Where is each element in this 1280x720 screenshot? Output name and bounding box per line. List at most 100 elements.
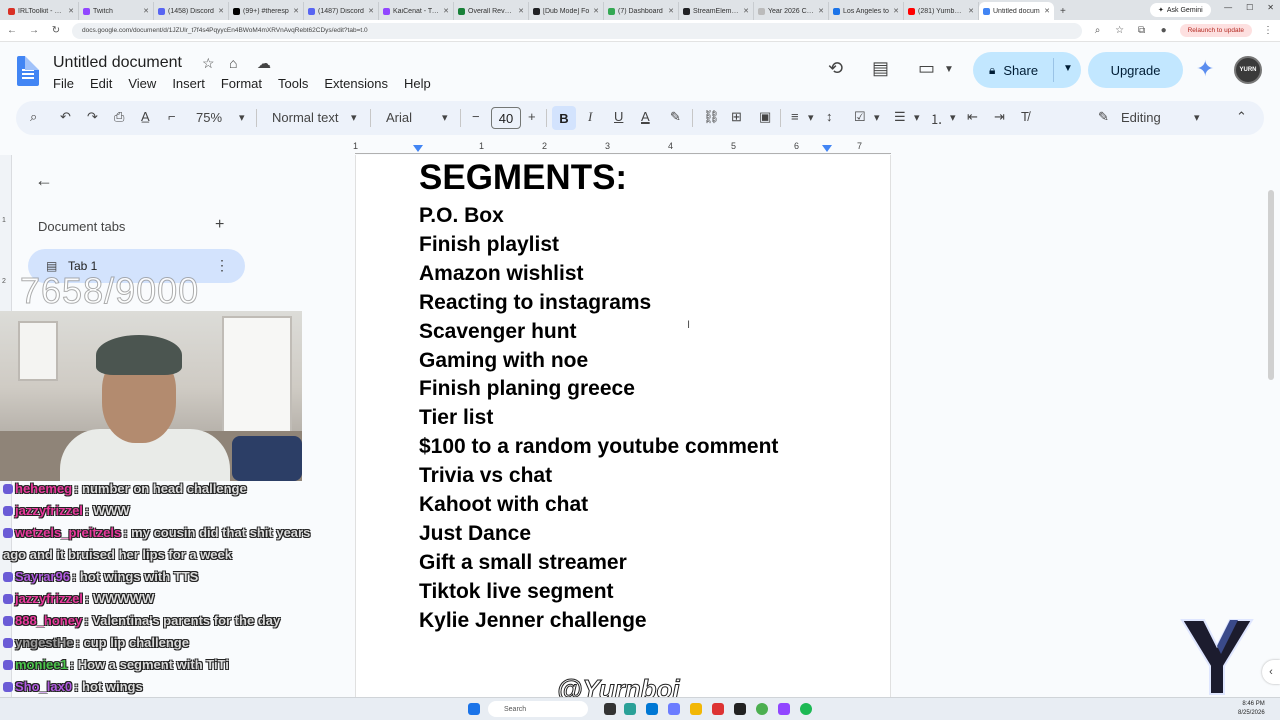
chrome-icon[interactable] — [756, 703, 768, 715]
segment-item[interactable]: Finish planing greece — [419, 377, 635, 401]
app-icon[interactable] — [668, 703, 680, 715]
segment-item[interactable]: $100 to a random youtube comment — [419, 435, 778, 459]
align-icon[interactable]: ≡ — [791, 109, 799, 124]
ask-gemini-button[interactable]: ✦ Ask Gemini — [1150, 3, 1211, 17]
upgrade-button[interactable]: Upgrade — [1088, 52, 1183, 88]
back-icon[interactable]: ← — [6, 25, 18, 36]
minimize-icon[interactable]: — — [1224, 3, 1232, 12]
menu-item-tools[interactable]: Tools — [278, 76, 315, 91]
app-icon[interactable] — [712, 703, 724, 715]
segment-item[interactable]: Amazon wishlist — [419, 262, 584, 286]
chevron-down-icon[interactable]: ▾ — [1194, 111, 1200, 124]
browser-tab[interactable]: (281) Yurnboi L ✕ — [904, 2, 979, 20]
browser-tab[interactable]: [Dub Mode] Fo ✕ — [529, 2, 604, 20]
menu-item-edit[interactable]: Edit — [90, 76, 119, 91]
close-tab-icon[interactable]: ✕ — [218, 7, 224, 15]
menu-item-view[interactable]: View — [128, 76, 163, 91]
relaunch-button[interactable]: Relaunch to update — [1179, 24, 1252, 37]
app-icon[interactable] — [646, 703, 658, 715]
add-tab-icon[interactable]: + — [215, 216, 224, 234]
segment-item[interactable]: Tier list — [419, 406, 493, 430]
task-view-icon[interactable] — [604, 703, 616, 715]
segment-item[interactable]: Gift a small streamer — [419, 551, 627, 575]
close-tab-icon[interactable]: ✕ — [668, 7, 674, 15]
browser-tab[interactable]: Overall Revenue ✕ — [454, 2, 529, 20]
menu-item-insert[interactable]: Insert — [172, 76, 212, 91]
app-icon[interactable] — [778, 703, 790, 715]
underline-button[interactable]: U — [614, 109, 623, 124]
close-tab-icon[interactable]: ✕ — [1044, 7, 1050, 15]
decrease-indent-icon[interactable]: ⇤ — [967, 109, 978, 125]
taskbar-clock[interactable]: 8:46 PM 8/25/2026 — [1238, 700, 1265, 718]
redo-icon[interactable]: ↷ — [87, 109, 98, 125]
close-tab-icon[interactable]: ✕ — [518, 7, 524, 15]
decrease-font-size-icon[interactable]: − — [472, 109, 480, 124]
gemini-icon[interactable]: ✦ — [1196, 56, 1214, 82]
print-icon[interactable]: ⎙ — [114, 109, 124, 125]
new-tab-button[interactable]: + — [1054, 2, 1072, 20]
share-dropdown-icon[interactable]: ▼ — [1063, 63, 1073, 74]
segment-item[interactable]: Tiktok live segment — [419, 580, 614, 604]
link-icon[interactable]: ⛓ — [703, 109, 720, 125]
editing-mode-select[interactable]: Editing — [1121, 110, 1161, 125]
paint-format-icon[interactable]: ⌐ — [168, 109, 176, 124]
start-icon[interactable] — [468, 703, 480, 715]
close-tabs-panel-icon[interactable]: ← — [35, 170, 53, 191]
chevron-down-icon[interactable]: ▾ — [950, 111, 956, 124]
spotify-icon[interactable] — [800, 703, 812, 715]
browser-tab[interactable]: StreamElement ✕ — [679, 2, 754, 20]
collapse-toolbar-icon[interactable]: ⌃ — [1236, 109, 1247, 125]
browser-tab[interactable]: (7) Dashboard ✕ — [604, 2, 679, 20]
browser-tab[interactable]: Los Angeles to ✕ — [829, 2, 904, 20]
file-explorer-icon[interactable] — [690, 703, 702, 715]
chevron-down-icon[interactable]: ▾ — [808, 111, 814, 124]
forward-icon[interactable]: → — [28, 25, 40, 36]
side-panel-toggle[interactable]: ‹ — [1262, 660, 1280, 684]
move-folder-icon[interactable]: ⌂ — [229, 55, 237, 71]
close-tab-icon[interactable]: ✕ — [818, 7, 824, 15]
numbered-list-icon[interactable]: ⒈ — [930, 109, 943, 128]
increase-indent-icon[interactable]: ⇥ — [994, 109, 1005, 125]
meet-icon[interactable]: ▭ — [918, 58, 935, 79]
version-history-icon[interactable]: ⟲ — [828, 58, 843, 79]
insert-image-icon[interactable]: ▣ — [759, 109, 771, 125]
browser-tab[interactable]: (1487) Discord ✕ — [304, 2, 379, 20]
bold-button[interactable]: B — [552, 106, 576, 130]
highlight-icon[interactable]: ✎ — [670, 109, 681, 125]
chevron-down-icon[interactable]: ▾ — [874, 111, 880, 124]
avatar[interactable]: YURN — [1234, 56, 1262, 84]
extensions-icon[interactable]: ⧉ — [1136, 25, 1148, 36]
chevron-down-icon[interactable]: ▾ — [442, 111, 448, 124]
zoom-select[interactable]: 75% — [196, 110, 222, 125]
chevron-down-icon[interactable]: ▾ — [351, 111, 357, 124]
style-select[interactable]: Normal text — [272, 110, 338, 125]
segment-item[interactable]: P.O. Box — [419, 204, 504, 228]
italic-button[interactable]: I — [588, 109, 592, 125]
search-menus-icon[interactable]: ⌕ — [30, 109, 37, 125]
share-button[interactable]: 🔒︎ Share ▼ — [973, 52, 1081, 88]
reload-icon[interactable]: ↻ — [50, 25, 62, 36]
font-size-input[interactable]: 40 — [491, 107, 521, 129]
increase-font-size-icon[interactable]: + — [528, 109, 536, 124]
line-spacing-icon[interactable]: ↕ — [826, 109, 833, 124]
spellcheck-icon[interactable]: A̲ — [141, 109, 150, 124]
segment-item[interactable]: Kylie Jenner challenge — [419, 609, 647, 633]
browser-tab[interactable]: (1458) Discord ✕ — [154, 2, 229, 20]
segment-item[interactable]: Kahoot with chat — [419, 493, 588, 517]
app-icon[interactable] — [734, 703, 746, 715]
bookmark-star-icon[interactable]: ☆ — [1114, 25, 1126, 36]
scrollbar[interactable] — [1268, 190, 1274, 380]
segment-item[interactable]: Just Dance — [419, 522, 531, 546]
document-heading[interactable]: SEGMENTS: — [419, 158, 627, 198]
bulleted-list-icon[interactable]: ☰ — [894, 109, 906, 125]
close-tab-icon[interactable]: ✕ — [743, 7, 749, 15]
more-options-icon[interactable]: ⋮ — [215, 257, 229, 274]
segment-item[interactable]: Gaming with noe — [419, 349, 588, 373]
menu-item-extensions[interactable]: Extensions — [324, 76, 395, 91]
browser-tab[interactable]: Untitled docum ✕ — [979, 2, 1054, 20]
undo-icon[interactable]: ↶ — [60, 109, 71, 125]
checklist-icon[interactable]: ☑ — [854, 109, 866, 125]
close-tab-icon[interactable]: ✕ — [368, 7, 374, 15]
close-tab-icon[interactable]: ✕ — [893, 7, 899, 15]
clear-formatting-icon[interactable]: T̸ — [1021, 109, 1029, 124]
